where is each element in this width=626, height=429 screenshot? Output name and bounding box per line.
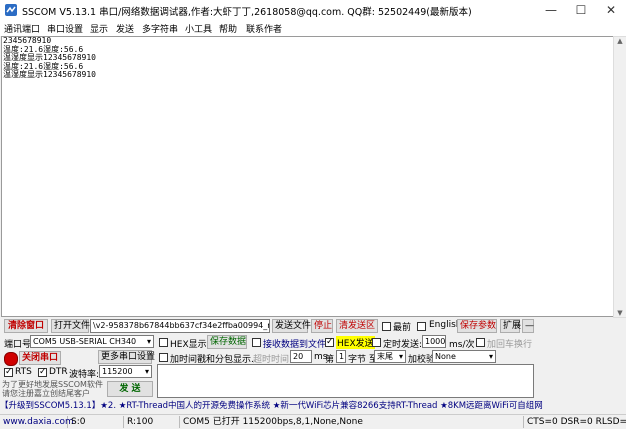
receive-scrollbar[interactable]: ▲ ▼ (613, 36, 626, 318)
status-port-info: COM5 已打开 115200bps,8,1,None,None (180, 416, 524, 428)
clear-send-button[interactable]: 清发送区 (336, 319, 378, 333)
dtr-label: DTR (49, 367, 68, 377)
menu-display[interactable]: 显示 (90, 22, 108, 35)
more-port-settings-button[interactable]: 更多串口设置 (98, 350, 155, 364)
menu-send[interactable]: 发送 (116, 22, 134, 35)
clear-window-button[interactable]: 清除窗口 (4, 319, 48, 333)
add-newline-label: 加回车换行 (487, 340, 533, 350)
port-label: 端口号 (4, 340, 32, 350)
stop-button[interactable]: 停止 (311, 319, 333, 333)
minimize-button[interactable]: — (536, 0, 566, 20)
collapse-button[interactable]: — (522, 319, 534, 333)
interval-unit-label: ms/次 (449, 340, 475, 350)
menu-tools[interactable]: 小工具 (185, 22, 212, 35)
scroll-up-icon[interactable]: ▲ (614, 37, 626, 45)
status-sent-count: S:0 (68, 416, 124, 428)
timed-send-checkbox[interactable] (372, 338, 381, 347)
timeout-input[interactable]: 20 (290, 350, 312, 363)
menu-comm-port[interactable]: 通讯端口 (4, 22, 40, 35)
status-signals: CTS=0 DSR=0 RLSD= (527, 417, 626, 427)
receive-line: 温湿度显示12345678910 (3, 53, 96, 63)
receive-area[interactable]: 2345678910 温度:21.6湿度:56.6 温湿度显示123456789… (1, 36, 614, 317)
scroll-down-icon[interactable]: ▼ (614, 309, 626, 317)
news-banner[interactable]: 【升级到SSCOM5.13.1】★2. ★RT-Thread中国人的开源免费操作… (0, 399, 626, 413)
rts-checkbox[interactable] (4, 366, 13, 378)
receive-line: 温湿度显示12345678910 (3, 70, 96, 80)
promo-text: 为了更好地发展SSCOM软件 请您注册嘉立创结尾客户 (2, 380, 103, 398)
checksum-select[interactable]: None (432, 350, 496, 363)
hex-send-checkbox[interactable] (325, 336, 334, 348)
recv-to-file-label: 接收数据到文件 (263, 340, 327, 350)
close-button[interactable]: ✕ (596, 0, 626, 20)
menu-multi-string[interactable]: 多字符串 (142, 22, 178, 35)
status-website[interactable]: www.daxia.com (0, 416, 74, 428)
close-port-button[interactable]: 关闭串口 (19, 351, 61, 365)
receive-line: 2345678910 (3, 36, 52, 45)
hex-show-checkbox[interactable] (159, 338, 168, 347)
timed-send-label: 定时发送: (383, 340, 423, 350)
topmost-checkbox[interactable] (382, 322, 391, 331)
baud-label: 波特率: (69, 370, 100, 380)
dtr-checkbox[interactable] (38, 366, 47, 378)
baud-select[interactable]: 115200 (99, 365, 152, 378)
rts-label: RTS (15, 367, 32, 377)
hex-show-label: HEX显示 (170, 340, 207, 350)
send-input[interactable] (157, 364, 534, 398)
expand-button[interactable]: 扩展 (500, 319, 521, 333)
app-icon (5, 4, 17, 16)
byte-end-select[interactable]: 末尾 (374, 350, 406, 363)
title-bar: SSCOM V5.13.1 串口/网络数据调试器,作者:大虾丁丁,2618058… (0, 0, 626, 20)
menu-bar: 通讯端口 串口设置 显示 发送 多字符串 小工具 帮助 联系作者 (0, 20, 626, 36)
menu-port-settings[interactable]: 串口设置 (47, 22, 83, 35)
status-bar: www.daxia.com S:0 R:100 COM5 已打开 115200b… (0, 414, 626, 429)
status-recv-count: R:100 (124, 416, 180, 428)
timestamp-checkbox[interactable] (159, 353, 168, 362)
interval-input[interactable]: 1000 (422, 335, 446, 348)
byte-start-input[interactable]: 1 (336, 350, 346, 363)
english-checkbox[interactable] (417, 322, 426, 331)
window-title: SSCOM V5.13.1 串口/网络数据调试器,作者:大虾丁丁,2618058… (22, 7, 472, 18)
open-file-button[interactable]: 打开文件 (51, 319, 90, 333)
save-params-button[interactable]: 保存参数 (457, 319, 497, 333)
topmost-label: 最前 (393, 323, 412, 333)
port-status-icon (4, 352, 18, 366)
menu-help[interactable]: 帮助 (219, 22, 237, 35)
recv-to-file-checkbox[interactable] (252, 338, 261, 347)
file-path-input[interactable]: \v2-958378b67844bb637cf34e2ffba00994_r.j… (90, 319, 270, 333)
menu-contact[interactable]: 联系作者 (246, 22, 282, 35)
send-file-button[interactable]: 发送文件 (272, 319, 311, 333)
send-button[interactable]: 发 送 (107, 381, 153, 397)
port-select[interactable]: COM5 USB-SERIAL CH340 (30, 335, 154, 348)
maximize-button[interactable]: ☐ (566, 0, 596, 20)
save-data-button[interactable]: 保存数据 (207, 335, 247, 349)
hex-send-label: HEX发送 (336, 336, 375, 349)
add-newline-checkbox[interactable] (476, 338, 485, 347)
